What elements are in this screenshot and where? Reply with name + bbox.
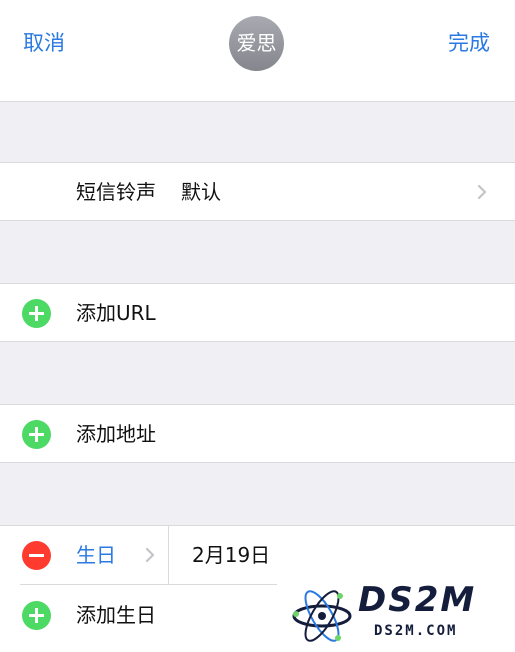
- divider: [168, 526, 169, 585]
- nav-bar: 取消 爱思 完成: [0, 0, 515, 88]
- add-url-label: 添加URL: [76, 301, 156, 325]
- text-tone-row[interactable]: 短信铃声 默认: [0, 162, 515, 221]
- birthday-label-button[interactable]: 生日: [76, 526, 116, 584]
- watermark-subtitle: DS2M.COM: [374, 623, 458, 639]
- watermark-title: DS2M: [358, 580, 477, 620]
- divider: [20, 584, 277, 585]
- text-tone-label: 短信铃声: [76, 180, 156, 204]
- text-tone-value: 默认: [181, 180, 221, 204]
- add-birthday-label: 添加生日: [76, 603, 156, 627]
- birthday-row[interactable]: 生日 2月19日: [0, 526, 515, 585]
- chevron-right-icon: [145, 548, 155, 562]
- add-icon[interactable]: [22, 420, 51, 449]
- done-button[interactable]: 完成: [448, 28, 490, 58]
- add-icon[interactable]: [22, 299, 51, 328]
- add-url-row[interactable]: 添加URL: [0, 283, 515, 342]
- previous-row-edge: [0, 88, 515, 102]
- remove-icon[interactable]: [22, 541, 51, 570]
- add-address-label: 添加地址: [76, 422, 156, 446]
- add-address-row[interactable]: 添加地址: [0, 404, 515, 463]
- add-icon[interactable]: [22, 601, 51, 630]
- atom-logo-icon: [292, 590, 352, 642]
- cancel-button[interactable]: 取消: [23, 28, 65, 58]
- watermark: DS2M DS2M.COM: [284, 578, 515, 652]
- avatar[interactable]: 爱思: [229, 16, 284, 71]
- birthday-value[interactable]: 2月19日: [192, 526, 270, 584]
- chevron-right-icon: [477, 185, 487, 199]
